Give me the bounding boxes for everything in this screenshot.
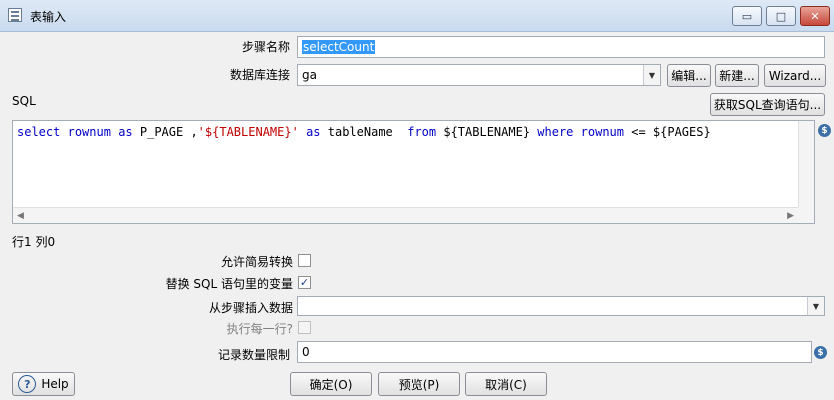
sql-token: where (537, 125, 574, 139)
horizontal-scrollbar[interactable]: ◀ ▶ (13, 207, 798, 223)
edit-connection-button[interactable]: 编辑... (667, 64, 711, 87)
execute-each-row-label: 执行每一行? (226, 322, 293, 336)
minimize-button[interactable]: ▭ (732, 6, 762, 26)
minimize-icon: ▭ (741, 9, 753, 23)
help-button-label: Help (41, 377, 69, 391)
preview-button[interactable]: 预览(P) (378, 372, 460, 396)
dialog-icon (8, 8, 22, 22)
close-button[interactable]: ✕ (800, 6, 830, 26)
maximize-icon: □ (775, 9, 787, 23)
help-button[interactable]: ? Help (12, 372, 75, 396)
replace-vars-label: 替换 SQL 语句里的变量 (165, 277, 293, 291)
sql-token: '${TABLENAME}' (197, 125, 299, 139)
sql-token: P_PAGE , (132, 125, 198, 139)
maximize-button[interactable]: □ (766, 6, 796, 26)
scroll-corner (798, 207, 814, 223)
dropdown-arrow-icon[interactable]: ▼ (643, 65, 660, 85)
sql-token: rownum (67, 125, 111, 139)
scroll-left-icon[interactable]: ◀ (17, 211, 24, 221)
step-name-label: 步骤名称 (241, 40, 290, 54)
limit-input[interactable]: 0 (297, 341, 812, 363)
sql-token: as (306, 125, 321, 139)
new-connection-button[interactable]: 新建... (715, 64, 759, 87)
sql-token: <= ${PAGES} (624, 125, 711, 139)
db-connection-value: ga (302, 68, 317, 82)
sql-editor[interactable]: select rownum as P_PAGE ,'${TABLENAME}' … (12, 120, 815, 224)
get-sql-button[interactable]: 获取SQL查询语句... (710, 93, 825, 116)
sql-token: from (407, 125, 437, 139)
check-mark-icon: ✓ (299, 276, 310, 289)
sql-label: SQL (12, 94, 36, 108)
execute-each-row-checkbox[interactable] (298, 321, 311, 334)
lazy-conversion-label: 允许简易转换 (220, 255, 293, 269)
sql-token: as (118, 125, 133, 139)
title-bar: 表输入 ▭ □ ✕ (0, 0, 834, 32)
db-connection-select[interactable]: ga ▼ (297, 64, 661, 86)
step-name-value: selectCount (302, 40, 376, 54)
cancel-button[interactable]: 取消(C) (465, 372, 547, 396)
limit-label: 记录数量限制 (217, 348, 290, 362)
sql-token: ${TABLENAME} (436, 125, 538, 139)
insert-from-step-select[interactable]: ▼ (297, 296, 825, 316)
window-title: 表输入 (30, 10, 67, 24)
step-name-input[interactable]: selectCount (297, 36, 825, 58)
replace-vars-checkbox[interactable]: ✓ (298, 276, 311, 289)
db-connection-label: 数据库连接 (229, 68, 290, 82)
variable-icon[interactable]: $ (818, 124, 831, 137)
vertical-scrollbar[interactable] (798, 121, 814, 207)
cursor-position: 行1 列0 (12, 235, 56, 249)
sql-code-line: select rownum as P_PAGE ,'${TABLENAME}' … (17, 125, 711, 139)
sql-token: rownum (580, 125, 624, 139)
variable-icon[interactable]: $ (814, 346, 827, 359)
sql-token: select (17, 125, 61, 139)
ok-button[interactable]: 确定(O) (290, 372, 372, 396)
scroll-right-icon[interactable]: ▶ (787, 211, 794, 221)
lazy-conversion-checkbox[interactable] (298, 254, 311, 267)
sql-token: tableName (320, 125, 408, 139)
limit-value: 0 (302, 345, 310, 359)
wizard-button[interactable]: Wizard... (764, 64, 826, 87)
help-icon: ? (18, 375, 37, 393)
close-icon: ✕ (810, 9, 820, 23)
dropdown-arrow-icon[interactable]: ▼ (807, 297, 824, 315)
insert-from-step-label: 从步骤插入数据 (208, 301, 293, 315)
